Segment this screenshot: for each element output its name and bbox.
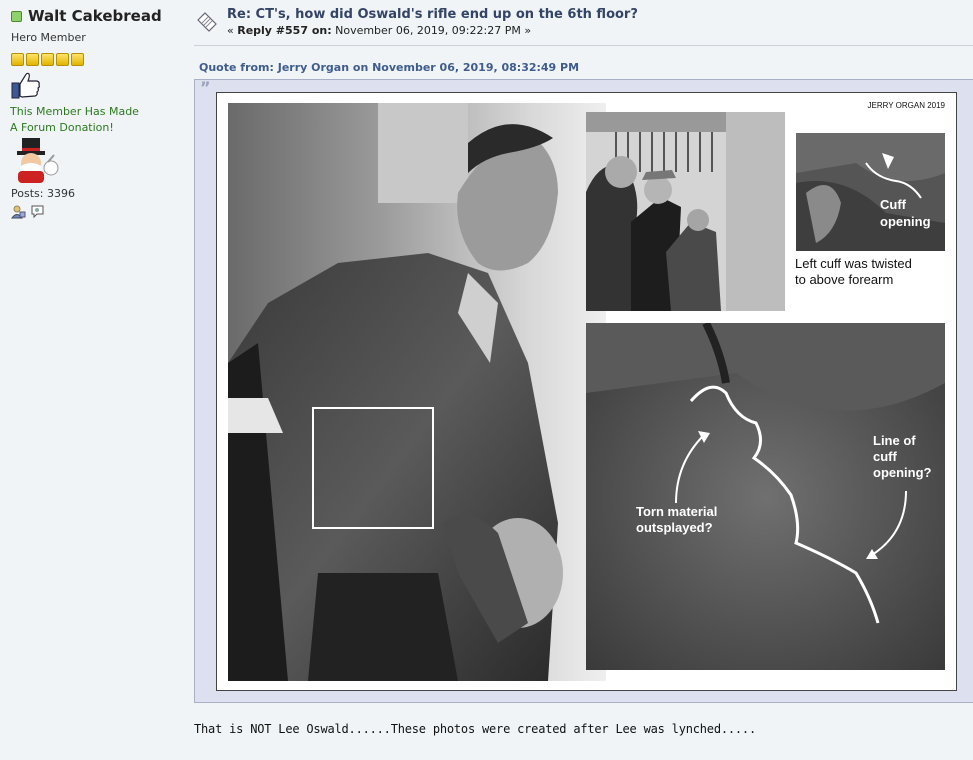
- star-icon: [26, 53, 39, 66]
- message-icon[interactable]: [30, 204, 45, 219]
- annotation-line: Torn material: [636, 504, 718, 519]
- post-count: Posts: 3396: [11, 187, 75, 200]
- reply-prefix: «: [227, 24, 238, 37]
- annotation-line: cuff: [873, 449, 897, 464]
- sleeve-closeup-photo: [586, 323, 945, 670]
- star-icon: [71, 53, 84, 66]
- poster-rank: Hero Member: [11, 31, 86, 44]
- post-subject-link[interactable]: Re: CT's, how did Oswald's rifle end up …: [227, 7, 638, 22]
- cuff-closeup-photo: Cuff opening: [796, 133, 945, 251]
- quote-mark-icon: ”: [200, 78, 211, 97]
- mascot-avatar-icon: [17, 138, 59, 183]
- image-credit: JERRY ORGAN 2019: [867, 101, 945, 110]
- torn-material-label: Torn material outsplayed?: [636, 504, 717, 536]
- quoted-image: Cuff opening Left cuff was twisted to ab…: [216, 92, 957, 691]
- poster-tools: [11, 204, 45, 219]
- reply-date: November 06, 2019, 09:22:27 PM »: [331, 24, 532, 37]
- star-icon: [41, 53, 54, 66]
- annotation-line: outsplayed?: [636, 520, 713, 535]
- cuff-label-line: opening: [880, 214, 931, 229]
- donation-line: A Forum Donation!: [10, 121, 114, 134]
- reply-number-link[interactable]: Reply #557 on:: [237, 24, 331, 37]
- star-icon: [11, 53, 24, 66]
- profile-icon[interactable]: [11, 204, 26, 219]
- topic-icon: [197, 12, 217, 32]
- thumbs-up-icon: [11, 72, 40, 99]
- donation-badge: This Member Has Made A Forum Donation!: [10, 104, 139, 136]
- line-of-cuff-label: Line of cuff opening?: [873, 433, 932, 481]
- annotation-line: Line of: [873, 433, 916, 448]
- annotation-line: opening?: [873, 465, 932, 480]
- cuff-caption-line: to above forearm: [795, 272, 894, 287]
- post-meta: « Reply #557 on: November 06, 2019, 09:2…: [227, 24, 531, 37]
- oswald-photo: [228, 103, 606, 681]
- post-body-text: That is NOT Lee Oswald......These photos…: [194, 722, 756, 736]
- star-icon: [56, 53, 69, 66]
- cuff-caption-line: Left cuff was twisted: [795, 256, 912, 271]
- hallway-photo: [586, 112, 785, 311]
- cuff-label-line: Cuff: [880, 197, 907, 212]
- online-status-icon: [11, 11, 22, 22]
- rank-stars: [11, 53, 84, 66]
- header-divider: [194, 45, 973, 46]
- poster-name[interactable]: Walt Cakebread: [28, 7, 162, 25]
- cuff-caption: Left cuff was twisted to above forearm: [795, 256, 912, 288]
- poster-info: Walt Cakebread Hero Member This Member H…: [0, 0, 190, 760]
- quote-header-link[interactable]: Quote from: Jerry Organ on November 06, …: [199, 61, 579, 74]
- donation-line: This Member Has Made: [10, 105, 139, 118]
